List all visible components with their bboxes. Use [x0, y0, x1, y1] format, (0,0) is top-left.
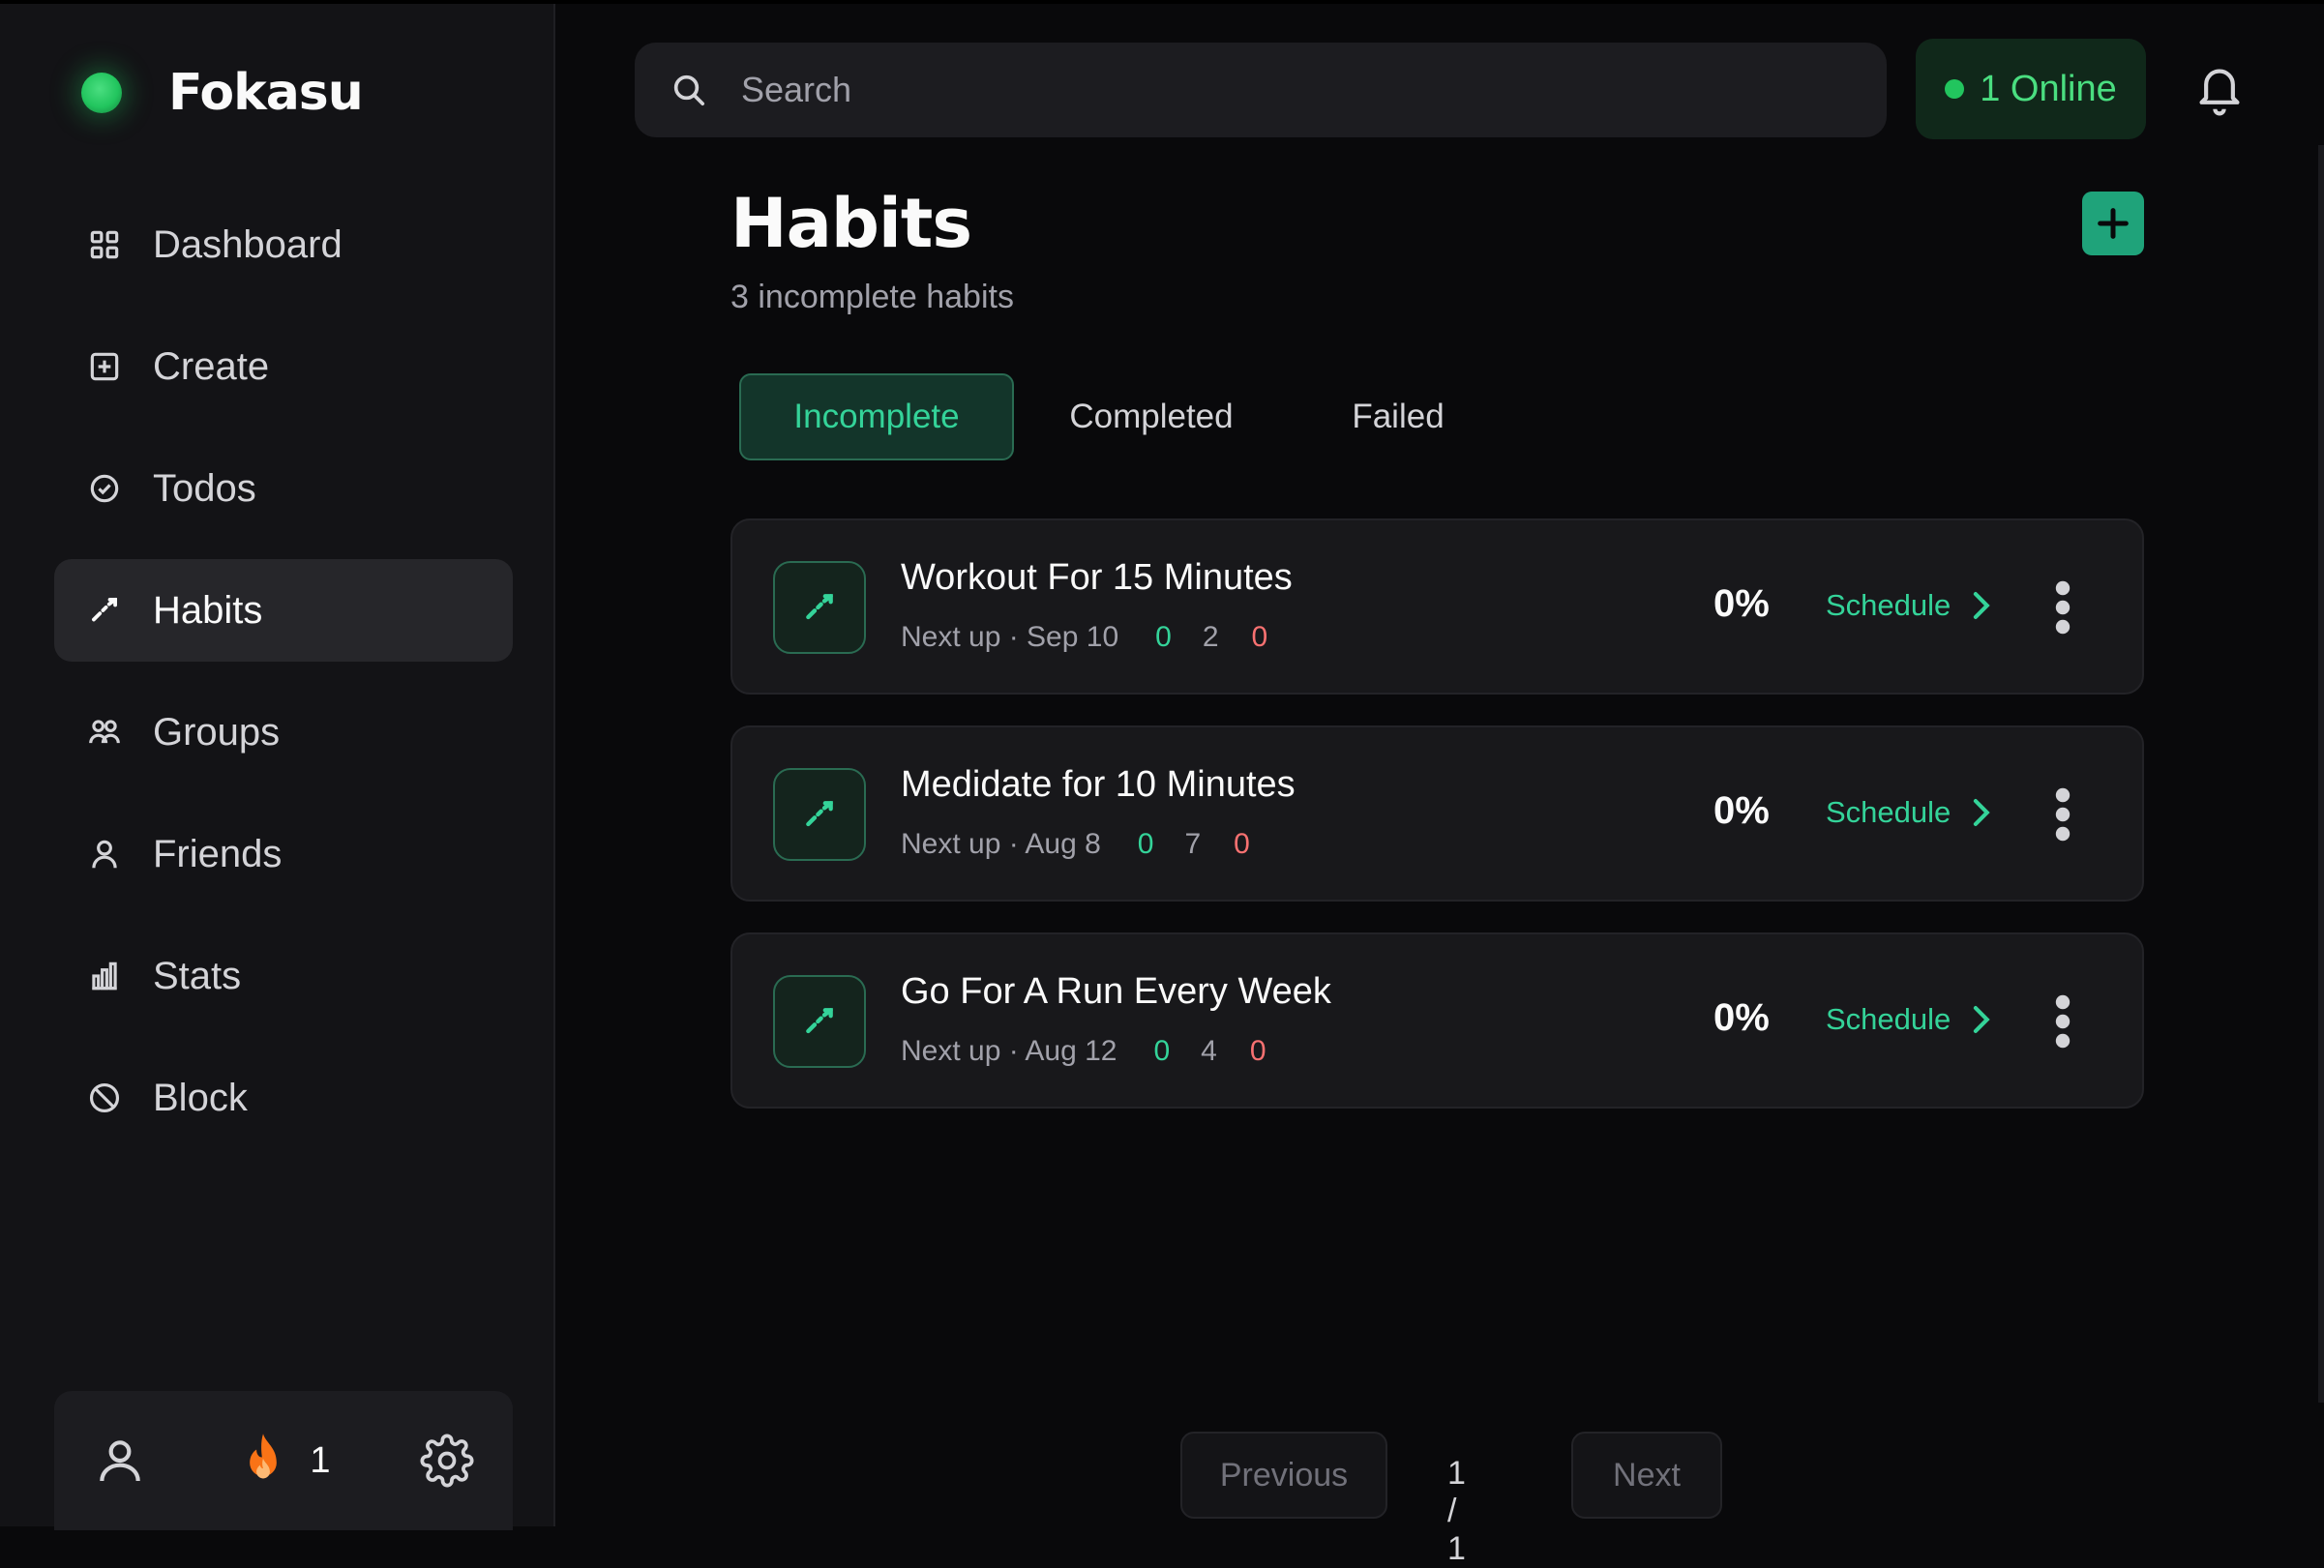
streak-count: 1: [310, 1439, 331, 1481]
sidebar-item-label: Todos: [153, 466, 256, 510]
sidebar-item-label: Dashboard: [153, 222, 343, 266]
habit-count-done: 0: [1153, 1035, 1171, 1067]
habit-count-done: 0: [1137, 828, 1154, 860]
schedule-button[interactable]: Schedule: [1826, 1002, 1995, 1037]
tab-completed[interactable]: Completed: [1014, 373, 1289, 460]
online-status-badge[interactable]: 1 Online: [1916, 39, 2146, 139]
tab-incomplete[interactable]: Incomplete: [739, 373, 1014, 460]
habit-meta: Next up · Aug 12 0 4 0: [901, 1035, 1266, 1068]
user-icon: [85, 835, 124, 873]
profile-button[interactable]: [93, 1434, 147, 1488]
online-label: 1 Online: [1980, 68, 2117, 109]
habit-meta: Next up · Sep 10 0 2 0: [901, 621, 1267, 654]
gear-icon: [420, 1434, 474, 1488]
sidebar-item-todos[interactable]: Todos: [54, 437, 513, 540]
schedule-label: Schedule: [1826, 1002, 1952, 1036]
habit-title: Medidate for 10 Minutes: [901, 764, 1296, 805]
search-input[interactable]: [739, 69, 1807, 111]
brand-name: Fokasu: [168, 64, 364, 122]
schedule-label: Schedule: [1826, 588, 1952, 622]
habit-count-failed: 0: [1234, 828, 1250, 860]
add-habit-button[interactable]: [2082, 192, 2144, 255]
habit-count-done: 0: [1155, 621, 1172, 653]
habit-title: Workout For 15 Minutes: [901, 557, 1293, 598]
ban-icon: [85, 1079, 124, 1117]
page-indicator: 1 / 1: [1447, 1455, 1466, 1567]
habit-count-failed: 0: [1251, 621, 1268, 653]
sidebar-nav: Dashboard Create Todos Habits Groups Fri…: [54, 193, 513, 1169]
user-icon: [100, 1440, 140, 1482]
habit-percent: 0%: [1713, 789, 1770, 832]
habit-percent: 0%: [1713, 996, 1770, 1039]
habit-meta: Next up · Aug 8 0 7 0: [901, 828, 1250, 861]
online-indicator-icon: [1945, 79, 1965, 99]
habit-title: Go For A Run Every Week: [901, 971, 1331, 1012]
chevron-right-icon: [1974, 592, 1990, 619]
trend-icon: [773, 768, 866, 861]
streak-counter[interactable]: 1: [236, 1432, 331, 1490]
more-options-icon[interactable]: [2048, 578, 2077, 636]
schedule-button[interactable]: Schedule: [1826, 588, 1995, 623]
plus-icon: [2098, 208, 2129, 239]
grid-icon: [85, 225, 124, 264]
fire-icon: [250, 1434, 278, 1479]
trend-icon: [773, 561, 866, 654]
habit-card[interactable]: Medidate for 10 Minutes Next up · Aug 8 …: [730, 725, 2144, 902]
tab-failed[interactable]: Failed: [1289, 373, 1507, 460]
sidebar-footer: 1: [54, 1391, 513, 1530]
page-title: Habits: [730, 184, 972, 263]
habit-percent: 0%: [1713, 582, 1770, 625]
search-icon: [673, 74, 704, 105]
trend-icon: [773, 975, 866, 1068]
sidebar-item-dashboard[interactable]: Dashboard: [54, 193, 513, 296]
sidebar-item-stats[interactable]: Stats: [54, 925, 513, 1027]
sidebar-item-label: Block: [153, 1076, 248, 1119]
habit-count-pending: 7: [1184, 828, 1202, 860]
previous-page-button[interactable]: Previous: [1180, 1432, 1387, 1519]
sidebar-item-label: Stats: [153, 954, 242, 997]
plus-square-icon: [85, 347, 124, 386]
trend-icon: [85, 591, 124, 630]
habit-count-failed: 0: [1249, 1035, 1266, 1067]
scrollbar-track[interactable]: [2318, 145, 2324, 1403]
habit-count-pending: 4: [1201, 1035, 1217, 1067]
sidebar-item-groups[interactable]: Groups: [54, 681, 513, 784]
habit-count-pending: 2: [1202, 621, 1219, 653]
sidebar-item-friends[interactable]: Friends: [54, 803, 513, 905]
next-page-button[interactable]: Next: [1571, 1432, 1722, 1519]
sidebar-item-create[interactable]: Create: [54, 315, 513, 418]
users-icon: [85, 713, 124, 752]
page-subtitle: 3 incomplete habits: [730, 279, 1014, 315]
sidebar-item-label: Groups: [153, 710, 281, 754]
chevron-right-icon: [1974, 799, 1990, 826]
schedule-label: Schedule: [1826, 795, 1952, 829]
sidebar-item-label: Friends: [153, 832, 283, 875]
check-circle-icon: [85, 469, 124, 508]
sidebar-item-label: Create: [153, 344, 270, 388]
habit-card[interactable]: Go For A Run Every Week Next up · Aug 12…: [730, 932, 2144, 1109]
brand[interactable]: Fokasu: [81, 64, 364, 122]
chevron-right-icon: [1974, 1006, 1990, 1033]
bar-chart-icon: [85, 957, 124, 995]
sidebar-item-habits[interactable]: Habits: [54, 559, 513, 662]
sidebar-item-label: Habits: [153, 588, 263, 632]
search-bar: [635, 43, 1887, 137]
habit-next-date: Next up · Aug 12: [901, 1035, 1117, 1067]
sidebar-item-block[interactable]: Block: [54, 1047, 513, 1149]
sidebar: Fokasu Dashboard Create Todos Habits Gro…: [0, 4, 555, 1530]
habit-tabs: Incomplete Completed Failed: [739, 373, 1507, 460]
schedule-button[interactable]: Schedule: [1826, 795, 1995, 830]
more-options-icon[interactable]: [2048, 785, 2077, 843]
habit-card[interactable]: Workout For 15 Minutes Next up · Sep 10 …: [730, 518, 2144, 695]
habit-next-date: Next up · Sep 10: [901, 621, 1119, 653]
bell-icon[interactable]: [2192, 60, 2247, 118]
habit-next-date: Next up · Aug 8: [901, 828, 1101, 860]
more-options-icon[interactable]: [2048, 992, 2077, 1050]
settings-button[interactable]: [420, 1434, 474, 1488]
brand-logo-icon: [81, 73, 122, 113]
